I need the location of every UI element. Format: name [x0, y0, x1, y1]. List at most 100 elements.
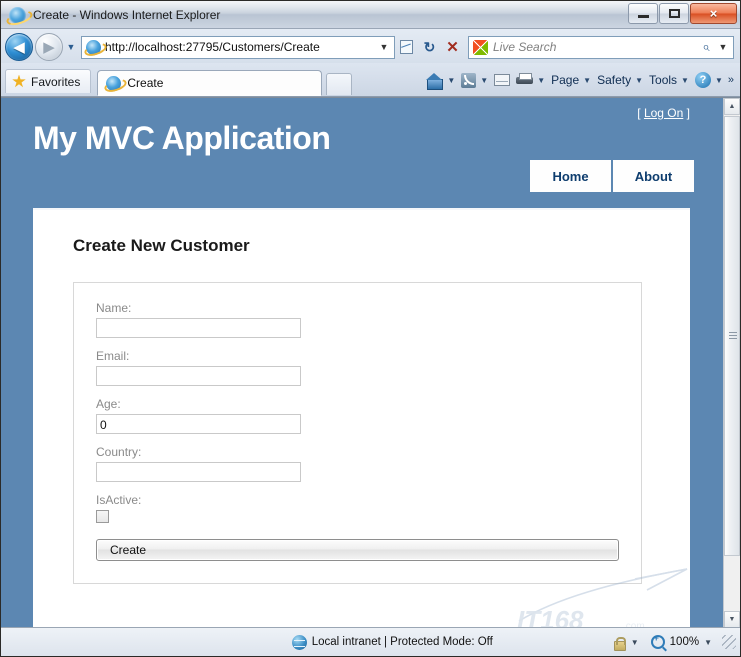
back-button[interactable]: ◀: [5, 33, 33, 61]
compatibility-view-button[interactable]: [395, 36, 418, 59]
zoom-icon: [650, 633, 665, 649]
resize-grip-icon[interactable]: [722, 635, 736, 649]
page-title: Create New Customer: [73, 236, 250, 255]
label-isactive: IsActive:: [96, 493, 142, 507]
refresh-icon: ↻: [423, 39, 436, 55]
field-email: Email:: [96, 349, 619, 386]
minimize-button[interactable]: [628, 3, 658, 24]
logon-link[interactable]: Log On: [644, 106, 683, 120]
tab-label: Create: [127, 76, 164, 90]
create-customer-form: Name: Email: Age: 0 Country: IsActive: C…: [73, 282, 642, 584]
forward-arrow-icon: ▶: [43, 38, 55, 56]
input-email[interactable]: [96, 366, 301, 386]
page-menu-label: Page: [551, 73, 580, 87]
address-bar-url: http://localhost:27795/Customers/Create: [105, 40, 320, 54]
web-page: [ Log On ] My MVC Application Home About…: [1, 98, 712, 627]
command-bar: ▼ ▼ ▼ Page ▼ Safety ▼ Tools ▼ ? ▼ »: [423, 67, 736, 93]
field-isactive: IsActive:: [96, 493, 619, 523]
address-bar[interactable]: http://localhost:27795/Customers/Create …: [81, 35, 395, 59]
svg-text:IT168: IT168: [517, 605, 584, 627]
label-name: Name:: [96, 301, 132, 315]
chevron-down-icon: ▼: [681, 75, 689, 85]
page-menu-button[interactable]: Page ▼: [548, 68, 594, 92]
chevron-down-icon: ▼: [630, 637, 639, 647]
favorites-button[interactable]: Favorites: [5, 69, 92, 93]
status-bar: Local intranet | Protected Mode: Off ▼ 1…: [1, 627, 740, 656]
browser-window: Create - Windows Internet Explorer × ◀ ▶…: [0, 0, 741, 657]
close-button[interactable]: ×: [690, 3, 737, 24]
security-zone-area[interactable]: Local intranet | Protected Mode: Off: [286, 628, 604, 656]
recent-pages-button[interactable]: ▼: [63, 33, 79, 61]
star-icon: [12, 74, 26, 88]
scroll-up-button[interactable]: ▲: [724, 98, 740, 115]
forward-button[interactable]: ▶: [35, 33, 63, 61]
label-country: Country:: [96, 445, 142, 459]
zoom-level-label: 100%: [669, 636, 700, 648]
browser-tab-create[interactable]: Create: [97, 70, 323, 96]
stop-button[interactable]: ✕: [441, 36, 464, 59]
new-tab-button[interactable]: [326, 73, 353, 95]
nav-item-home[interactable]: Home: [530, 160, 611, 192]
chevron-down-icon: ▼: [480, 75, 489, 85]
safety-menu-button[interactable]: Safety ▼: [594, 68, 646, 92]
windows-live-icon: [473, 39, 488, 55]
home-icon: [426, 72, 444, 90]
site-title: My MVC Application: [33, 120, 331, 156]
logon-area: [ Log On ]: [637, 106, 690, 120]
back-arrow-icon: ◀: [13, 38, 25, 56]
logon-bracket-open: [: [637, 106, 641, 120]
chevron-down-icon: ▼: [635, 75, 644, 85]
field-name: Name:: [96, 301, 619, 338]
restore-icon: [668, 9, 680, 18]
mail-button[interactable]: [491, 68, 513, 92]
restore-button[interactable]: [659, 3, 689, 24]
search-input[interactable]: Live Search: [493, 40, 697, 54]
input-name[interactable]: [96, 318, 301, 338]
search-dropdown-icon[interactable]: ▼: [715, 42, 731, 52]
stop-icon: ✕: [446, 38, 459, 56]
window-controls: ×: [627, 3, 737, 25]
privacy-lock-icon: [610, 635, 626, 651]
title-bar: Create - Windows Internet Explorer ×: [1, 1, 740, 29]
scroll-down-button[interactable]: ▼: [724, 611, 740, 627]
help-button[interactable]: ? ▼: [692, 68, 726, 92]
safety-menu-label: Safety: [597, 73, 632, 87]
field-age: Age: 0: [96, 397, 619, 434]
globe-icon: [291, 634, 307, 650]
site-navigation-menu: Home About: [530, 160, 694, 192]
mail-icon: [494, 74, 511, 86]
address-dropdown-icon[interactable]: ▼: [376, 42, 392, 52]
input-age[interactable]: 0: [96, 414, 301, 434]
input-country[interactable]: [96, 462, 301, 482]
refresh-button[interactable]: ↻: [418, 36, 441, 59]
printer-icon: [516, 73, 534, 87]
create-button[interactable]: Create: [96, 539, 619, 561]
scrollbar-thumb[interactable]: [724, 116, 740, 556]
checkbox-isactive[interactable]: [96, 510, 109, 523]
chevron-down-icon: ▼: [537, 75, 546, 85]
vertical-scrollbar[interactable]: ▲ ▼: [723, 98, 740, 627]
minimize-icon: [637, 15, 649, 18]
tools-menu-label: Tools: [649, 73, 678, 87]
search-icon[interactable]: ⌕: [697, 39, 715, 55]
svg-text:.com: .com: [623, 621, 645, 627]
help-icon: ?: [694, 72, 711, 88]
home-button[interactable]: ▼: [423, 68, 458, 92]
privacy-report-button[interactable]: ▼: [604, 628, 645, 656]
window-title: Create - Windows Internet Explorer: [33, 8, 221, 22]
command-bar-overflow-icon[interactable]: »: [726, 74, 736, 86]
zoom-control[interactable]: 100% ▼: [645, 628, 718, 656]
chevron-down-icon: ▼: [714, 75, 723, 85]
nav-item-about[interactable]: About: [613, 160, 694, 192]
print-button[interactable]: ▼: [513, 68, 548, 92]
label-age: Age:: [96, 397, 121, 411]
chevron-down-icon: ▼: [583, 75, 592, 85]
tools-menu-button[interactable]: Tools ▼: [646, 68, 692, 92]
search-box[interactable]: Live Search ⌕ ▼: [468, 35, 734, 59]
security-zone-label: Local intranet | Protected Mode: Off: [311, 636, 493, 648]
navigation-bar: ◀ ▶ ▼ http://localhost:27795/Customers/C…: [1, 29, 740, 63]
page-favicon-icon: [86, 39, 101, 55]
rss-icon: [461, 72, 477, 88]
feeds-button[interactable]: ▼: [458, 68, 491, 92]
scrollbar-grip-icon: [729, 332, 737, 339]
